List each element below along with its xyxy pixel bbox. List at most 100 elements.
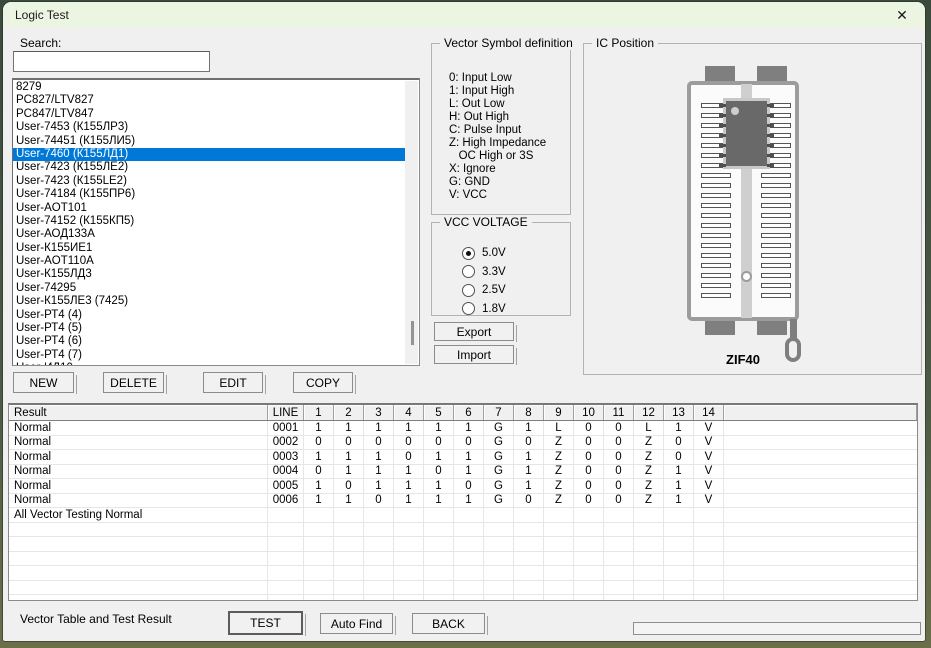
list-item[interactable]: User-74184 (К155ПР6) [13, 188, 405, 201]
table-header-cell[interactable]: 13 [664, 405, 694, 420]
pin-cell: 1 [424, 494, 454, 508]
filler-cell [724, 421, 917, 435]
table-row[interactable]: Normal0004011101G1Z00Z1V [9, 465, 917, 480]
list-item[interactable]: User-РТ4 (7) [13, 349, 405, 362]
pin-cell: 1 [334, 450, 364, 464]
list-item[interactable]: User-К155ИЕ1 [13, 242, 405, 255]
table-row[interactable]: Normal0005101110G1Z00Z1V [9, 479, 917, 494]
table-header-cell[interactable]: 1 [304, 405, 334, 420]
list-item[interactable]: User-AOT101 [13, 202, 405, 215]
device-list[interactable]: 8279PC827/LTV827PC847/LTV847User-7453 (К… [12, 78, 420, 366]
table-header-cell[interactable]: LINE [268, 405, 304, 420]
table-row[interactable] [9, 566, 917, 581]
list-item[interactable]: User-7460 (К155ЛД1) [13, 148, 405, 161]
pin-cell [694, 537, 724, 551]
list-item[interactable]: User-РТ4 (5) [13, 322, 405, 335]
pin-cell: G [484, 465, 514, 479]
list-item[interactable]: 8279 [13, 81, 405, 94]
list-item[interactable]: PC847/LTV847 [13, 108, 405, 121]
radio-icon [462, 247, 475, 260]
group-ic-position: IC Position ZIF40 [583, 43, 922, 375]
table-header-cell[interactable]: 3 [364, 405, 394, 420]
list-item[interactable]: User-К155ЛД3 [13, 268, 405, 281]
table-header-cell[interactable]: Result [9, 405, 268, 420]
list-item[interactable]: User-РТ4 (4) [13, 309, 405, 322]
table-row[interactable] [9, 552, 917, 567]
pin-cell: 0 [574, 450, 604, 464]
scrollbar-thumb[interactable] [411, 321, 414, 345]
edit-button[interactable]: EDIT [203, 372, 263, 393]
pin-cell [634, 595, 664, 601]
vector-table[interactable]: ResultLINE1234567891011121314Normal00011… [8, 403, 918, 601]
socket-pin [761, 263, 791, 268]
copy-button[interactable]: COPY [293, 372, 353, 393]
table-row[interactable]: Normal0003111011G1Z00Z0V [9, 450, 917, 465]
pin-cell: 0 [514, 494, 544, 508]
pin-cell [394, 581, 424, 595]
radio-option-2v5[interactable]: 2.5V [462, 281, 506, 300]
pin-cell: G [484, 479, 514, 493]
new-button[interactable]: NEW [13, 372, 74, 393]
line-cell [268, 581, 304, 595]
list-item[interactable]: User-7423 (К155LE2) [13, 175, 405, 188]
socket-pin [701, 203, 731, 208]
table-row[interactable] [9, 581, 917, 596]
table-header-cell[interactable]: 10 [574, 405, 604, 420]
socket-lever [790, 319, 797, 339]
pin-cell [634, 552, 664, 566]
table-row[interactable] [9, 537, 917, 552]
table-row[interactable]: Normal0001111111G1L00L1V [9, 421, 917, 436]
radio-icon [462, 284, 475, 297]
radio-option-3v3[interactable]: 3.3V [462, 263, 506, 282]
table-header-cell[interactable]: 4 [394, 405, 424, 420]
chip-pin-tick [767, 124, 774, 127]
test-button[interactable]: TEST [228, 611, 303, 635]
list-scrollbar[interactable] [405, 81, 418, 364]
list-item[interactable]: User-РТ4 (6) [13, 335, 405, 348]
group-vector-symbols-title: Vector Symbol definition [440, 36, 577, 50]
search-input[interactable] [13, 51, 210, 72]
table-row[interactable]: Normal0002000000G0Z00Z0V [9, 436, 917, 451]
table-row[interactable] [9, 523, 917, 538]
list-item[interactable]: User-АОД133А [13, 228, 405, 241]
close-button[interactable]: ✕ [884, 4, 920, 26]
list-item[interactable]: User-7423 (К155ЛЕ2) [13, 161, 405, 174]
import-button[interactable]: Import [434, 345, 514, 364]
list-item[interactable]: User-К155ЛЕ3 (7425) [13, 295, 405, 308]
close-icon: ✕ [896, 7, 908, 24]
radio-option-5v[interactable]: 5.0V [462, 244, 506, 263]
pin-cell: 1 [334, 465, 364, 479]
socket-pin [701, 273, 731, 278]
auto-find-button[interactable]: Auto Find [320, 613, 393, 634]
list-item[interactable]: User-AOT110A [13, 255, 405, 268]
radio-option-1v8[interactable]: 1.8V [462, 300, 506, 319]
pin-cell: 1 [424, 479, 454, 493]
table-header-cell[interactable]: 12 [634, 405, 664, 420]
table-row[interactable]: Normal0006110111G0Z00Z1V [9, 494, 917, 509]
delete-button[interactable]: DELETE [103, 372, 164, 393]
pin-cell [544, 523, 574, 537]
line-cell: 0001 [268, 421, 304, 435]
list-item[interactable]: User-7453 (К155ЛР3) [13, 121, 405, 134]
table-header-cell[interactable]: 14 [694, 405, 724, 420]
pin-cell: 0 [514, 436, 544, 450]
list-item[interactable]: User-74152 (К155КП5) [13, 215, 405, 228]
table-header-cell[interactable]: 9 [544, 405, 574, 420]
table-header-cell[interactable]: 2 [334, 405, 364, 420]
table-row[interactable]: All Vector Testing Normal [9, 508, 917, 523]
table-header-cell[interactable]: 5 [424, 405, 454, 420]
table-header-cell[interactable]: 6 [454, 405, 484, 420]
table-header-cell[interactable]: 8 [514, 405, 544, 420]
chip-pin-tick [767, 134, 774, 137]
list-item[interactable]: PC827/LTV827 [13, 94, 405, 107]
list-item[interactable]: User-74451 (К155ЛИ5) [13, 135, 405, 148]
table-header-cell[interactable]: 11 [604, 405, 634, 420]
export-button[interactable]: Export [434, 322, 514, 341]
pin-cell: 0 [364, 494, 394, 508]
list-item-clipped[interactable]: User-ИД10 [13, 362, 405, 365]
back-button[interactable]: BACK [412, 613, 485, 634]
chip-pin-tick [719, 124, 726, 127]
table-row[interactable] [9, 595, 917, 601]
list-item[interactable]: User-74295 [13, 282, 405, 295]
table-header-cell[interactable]: 7 [484, 405, 514, 420]
